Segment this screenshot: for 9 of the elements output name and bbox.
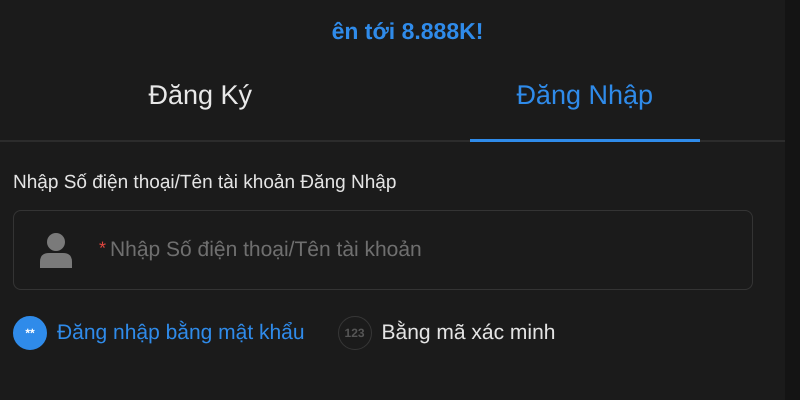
- promo-text: ên tới 8.888K!: [332, 17, 484, 46]
- required-mark: *: [99, 238, 106, 259]
- user-icon: [39, 232, 73, 268]
- login-method-option[interactable]: Bằng mã xác minh: [382, 321, 556, 345]
- login-method-option[interactable]: Đăng nhập bằng mật khẩu: [57, 321, 305, 345]
- field-label: Nhập Số điện thoại/Tên tài khoản Đăng Nhập: [13, 172, 398, 194]
- radio-icon[interactable]: **: [13, 316, 47, 350]
- tab[interactable]: Đăng Nhập: [470, 80, 700, 142]
- tab[interactable]: Đăng Ký: [85, 80, 316, 142]
